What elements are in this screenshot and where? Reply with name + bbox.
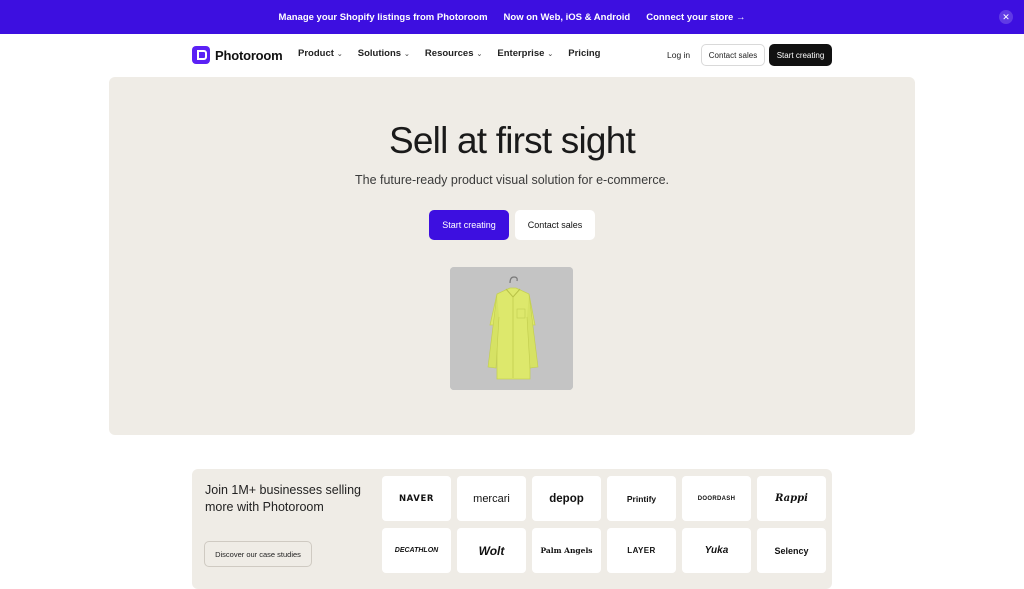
logo-printify: Printify [607, 476, 676, 521]
chevron-down-icon: ⌄ [476, 50, 483, 58]
customer-logos-grid: NAVER mercari depop Printify DOORDASH Ra… [382, 476, 826, 573]
case-studies-button[interactable]: Discover our case studies [204, 541, 312, 567]
chevron-down-icon: ⌄ [404, 50, 410, 58]
logo-doordash: DOORDASH [682, 476, 751, 521]
yellow-shirt-icon [450, 267, 573, 390]
hero-contact-sales-button[interactable]: Contact sales [515, 210, 595, 240]
logo-rappi: Rappi [757, 476, 826, 521]
logo-yuka: Yuka [682, 528, 751, 573]
chevron-down-icon: ⌄ [336, 50, 343, 58]
logo-palm-angels: Palm Angels [532, 528, 601, 573]
main-menu: Product ⌄ Solutions ⌄ Resources ⌄ Enterp… [298, 48, 600, 59]
chevron-down-icon: ⌄ [547, 50, 554, 58]
logo-wolt: Wolt [457, 528, 526, 573]
photoroom-logo-icon [192, 46, 210, 64]
hero-start-creating-button[interactable]: Start creating [429, 210, 509, 240]
start-creating-button[interactable]: Start creating [769, 44, 832, 66]
customers-heading: Join 1M+ businesses selling more with Ph… [205, 483, 361, 514]
contact-sales-button[interactable]: Contact sales [701, 44, 765, 66]
logo-naver: NAVER [382, 476, 451, 521]
menu-item-resources[interactable]: Resources ⌄ [425, 48, 482, 59]
menu-item-pricing[interactable]: Pricing [568, 48, 600, 59]
logo-decathlon: DECATHLON [382, 528, 451, 573]
brand-logo[interactable]: Photoroom [192, 46, 283, 64]
product-image [450, 267, 573, 390]
banner-text-shopify: Manage your Shopify listings from Photor… [278, 11, 488, 23]
logo-depop: depop [532, 476, 601, 521]
menu-item-product[interactable]: Product ⌄ [298, 48, 343, 59]
menu-label: Product [298, 48, 334, 59]
logo-layer: LAYER [607, 528, 676, 573]
brand-name: Photoroom [215, 47, 283, 63]
logo-mercari: mercari [457, 476, 526, 521]
connect-store-link[interactable]: Connect your store → [646, 12, 745, 23]
logo-selency: Selency [757, 528, 826, 573]
menu-label: Resources [424, 48, 474, 59]
promo-banner: Manage your Shopify listings from Photor… [0, 0, 1024, 34]
login-link[interactable]: Log in [667, 50, 690, 60]
menu-label: Solutions [357, 48, 402, 59]
menu-item-enterprise[interactable]: Enterprise ⌄ [497, 48, 553, 59]
close-icon[interactable]: ✕ [999, 10, 1013, 24]
banner-text-platforms: Now on Web, iOS & Android [503, 11, 631, 23]
menu-item-solutions[interactable]: Solutions ⌄ [358, 48, 410, 59]
menu-label: Pricing [568, 48, 601, 59]
menu-label: Enterprise [497, 48, 545, 59]
hero-title: Sell at first sight [389, 120, 636, 161]
hero-subtitle: The future-ready product visual solution… [354, 173, 670, 187]
